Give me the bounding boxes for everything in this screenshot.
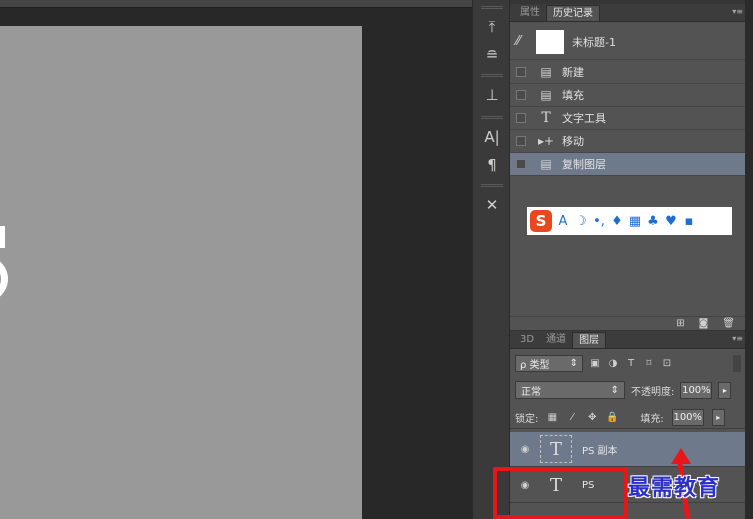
history-source-checkbox[interactable] — [516, 159, 526, 169]
tab-properties[interactable]: 属性 — [514, 5, 546, 21]
dock-grip[interactable] — [481, 74, 503, 77]
fill-label: 填充: — [640, 414, 664, 425]
canvas-text-fragment — [0, 226, 10, 306]
layer-name[interactable]: PS 副本 — [582, 442, 618, 457]
snapshot-label: 未标题-1 — [572, 35, 616, 49]
canvas-text-stroke — [0, 226, 5, 248]
lock-image-pixels-icon[interactable]: ⁄ — [566, 412, 578, 423]
microphone-icon[interactable]: ♦ — [610, 214, 624, 229]
history-source-checkbox[interactable] — [516, 136, 526, 146]
fill-icon: ▤ — [540, 88, 552, 102]
blend-mode-select[interactable]: 正常 ⇕ — [515, 381, 625, 399]
filter-adjustment-icon[interactable]: ◑ — [607, 358, 619, 369]
clone-source-icon[interactable]: ⊥ — [479, 84, 505, 106]
brush-preset-icon[interactable]: ⤒ — [479, 16, 505, 38]
type-icon: T — [541, 110, 551, 126]
tab-layers[interactable]: 图层 — [572, 332, 607, 348]
skin-icon[interactable]: ♥ — [664, 214, 678, 229]
punctuation-icon[interactable]: •, — [592, 214, 606, 229]
ime-toolbar[interactable]: S A ☽ •, ♦ ▦ ♣ ♥ ▪ — [527, 207, 732, 235]
layers-panel-tabs: 3D 通道 图层 — [510, 331, 745, 349]
window-right-edge — [745, 0, 753, 519]
fill-dropdown-icon[interactable]: ▸ — [711, 409, 725, 426]
history-item-label: 文字工具 — [562, 112, 606, 125]
history-panel: 属性 历史记录 ▾≡ ⁄⁄ 未标题-1 ▤ 新建 ▤ 填充 T 文字工具 ▸+ … — [510, 4, 745, 330]
history-source-checkbox[interactable] — [516, 90, 526, 100]
sogou-logo-icon[interactable]: S — [530, 210, 552, 232]
snapshot-thumbnail — [536, 29, 564, 54]
history-panel-tabs: 属性 历史记录 — [510, 4, 745, 22]
history-item-type-tool[interactable]: T 文字工具 — [510, 107, 745, 130]
history-item-label: 复制图层 — [562, 158, 606, 171]
history-list: ▤ 新建 ▤ 填充 T 文字工具 ▸+ 移动 ▤ 复制图层 — [510, 61, 745, 176]
move-icon: ▸+ — [537, 134, 555, 148]
history-item-label: 填充 — [562, 89, 584, 102]
dock-grip[interactable] — [481, 116, 503, 119]
chinese-english-icon[interactable]: A — [556, 214, 570, 229]
annotation-highlight-box — [493, 467, 628, 519]
layer-filter-bar: ρ 类型 ⇕ ▣ ◑ T ⌑ ⊡ — [510, 351, 745, 375]
document-workspace — [0, 0, 472, 519]
collapsed-panel-dock: ⤒ ≘ ⊥ A| ¶ ✕ — [472, 0, 510, 519]
layer-row-ps-copy[interactable]: ◉ T PS 副本 — [510, 432, 745, 467]
filter-smart-object-icon[interactable]: ⊡ — [661, 358, 673, 369]
history-source-checkbox[interactable] — [516, 113, 526, 123]
tab-3d[interactable]: 3D — [514, 332, 540, 348]
history-snapshot[interactable]: ⁄⁄ 未标题-1 — [510, 24, 745, 60]
tab-channels[interactable]: 通道 — [540, 332, 572, 348]
fill-input[interactable]: 100% — [671, 409, 704, 426]
tool-presets-icon[interactable]: ✕ — [479, 194, 505, 216]
photoshop-window: ⤒ ≘ ⊥ A| ¶ ✕ 属性 历史记录 ▾≡ ⁄⁄ 未标题-1 ▤ 新建 ▤ … — [0, 0, 753, 519]
history-brush-icon[interactable]: ⁄⁄ — [516, 34, 536, 49]
panel-menu-icon[interactable]: ▾≡ — [732, 7, 743, 16]
lock-transparent-pixels-icon[interactable]: ▦ — [546, 412, 558, 423]
opacity-dropdown-icon[interactable]: ▸ — [718, 381, 732, 399]
filter-shape-icon[interactable]: ⌑ — [643, 358, 655, 369]
canvas-text-curve — [0, 256, 8, 302]
new-document-from-state-icon[interactable]: ⊞ — [676, 318, 684, 329]
snapshot-camera-icon[interactable]: ◙ — [699, 318, 709, 329]
document-icon: ▤ — [540, 65, 552, 79]
history-item-new[interactable]: ▤ 新建 — [510, 61, 745, 84]
visibility-eye-icon[interactable]: ◉ — [510, 444, 540, 455]
lock-fill-row: 锁定: ▦ ⁄ ✥ 🔒 填充: 100% ▸ — [510, 407, 745, 429]
moon-icon[interactable]: ☽ — [574, 214, 588, 229]
filter-toggle-switch[interactable] — [733, 354, 741, 372]
document-canvas[interactable] — [0, 26, 362, 519]
layer-filter-select[interactable]: ρ 类型 ⇕ — [515, 354, 583, 372]
grid-icon[interactable]: ▪ — [682, 214, 696, 229]
panel-menu-icon[interactable]: ▾≡ — [732, 334, 743, 343]
history-footer: ⊞ ◙ 🗑 — [510, 316, 745, 330]
opacity-label: 不透明度: — [631, 386, 675, 398]
history-item-label: 新建 — [562, 66, 584, 79]
tab-history[interactable]: 历史记录 — [546, 5, 600, 21]
character-icon[interactable]: A| — [479, 126, 505, 148]
lock-position-icon[interactable]: ✥ — [586, 412, 598, 423]
lock-label: 锁定: — [515, 414, 539, 425]
filter-type-icon[interactable]: T — [625, 358, 637, 369]
filter-pixel-icon[interactable]: ▣ — [589, 358, 601, 369]
dock-grip[interactable] — [481, 184, 503, 187]
trash-icon[interactable]: 🗑 — [722, 318, 735, 329]
paragraph-icon[interactable]: ¶ — [479, 154, 505, 176]
lock-all-icon[interactable]: 🔒 — [606, 412, 618, 423]
opacity-input[interactable]: 100% — [680, 381, 713, 399]
history-item-fill[interactable]: ▤ 填充 — [510, 84, 745, 107]
layer-icon: ▤ — [540, 157, 552, 171]
history-item-duplicate-layer[interactable]: ▤ 复制图层 — [510, 153, 745, 176]
watermark-text: 最需教育 — [628, 475, 721, 501]
history-item-label: 移动 — [562, 135, 584, 148]
history-source-checkbox[interactable] — [516, 67, 526, 77]
keyboard-icon[interactable]: ▦ — [628, 214, 642, 229]
type-layer-thumbnail: T — [540, 435, 572, 463]
brush-settings-icon[interactable]: ≘ — [479, 44, 505, 66]
user-icon[interactable]: ♣ — [646, 214, 660, 229]
document-tab-strip — [0, 0, 472, 8]
blend-opacity-row: 正常 ⇕ 不透明度: 100% ▸ — [510, 379, 745, 401]
dock-grip[interactable] — [481, 6, 503, 9]
history-item-move[interactable]: ▸+ 移动 — [510, 130, 745, 153]
